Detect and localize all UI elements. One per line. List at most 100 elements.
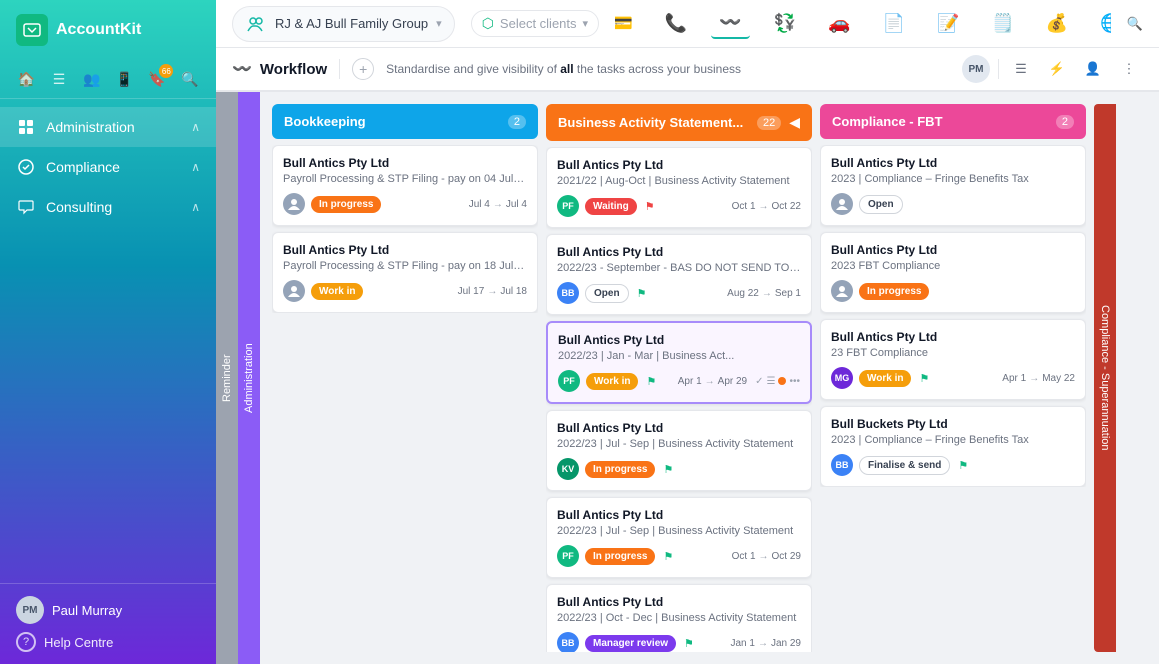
card-bas6-dates: Jan 1 → Jan 29 xyxy=(731,638,802,649)
notification-badge: 66 xyxy=(159,64,173,78)
consulting-chevron: ∧ xyxy=(191,200,200,214)
administration-label: Administration xyxy=(46,119,135,135)
icon-wallet[interactable]: 💳 xyxy=(615,9,641,38)
card-bas4[interactable]: Bull Antics Pty Ltd 2022/23 | Jul - Sep … xyxy=(546,410,812,491)
card-bas5-badge: In progress xyxy=(585,548,655,565)
user-filter-button[interactable]: 👤 xyxy=(1079,55,1107,83)
side-labels: Reminder Administration xyxy=(216,92,260,664)
col-title-bas: Business Activity Statement... xyxy=(558,115,749,130)
card-bas1-title: Bull Antics Pty Ltd xyxy=(557,158,801,172)
dot-indicator xyxy=(778,377,786,385)
more-options-button[interactable]: ⋮ xyxy=(1115,55,1143,83)
card-fbt4-flag: ⚑ xyxy=(958,459,968,472)
sidebar-item-administration[interactable]: Administration ∧ xyxy=(0,107,216,147)
icon-dollar[interactable]: 💰 xyxy=(1038,9,1076,38)
consulting-label: Consulting xyxy=(46,199,112,215)
card-bas6-avatar: BB xyxy=(557,632,579,652)
card-fbt2[interactable]: Bull Antics Pty Ltd 2023 FBT Compliance … xyxy=(820,232,1086,313)
card-bas5-dates: Oct 1 → Oct 29 xyxy=(732,551,801,562)
card-bas2[interactable]: Bull Antics Pty Ltd 2022/23 - September … xyxy=(546,234,812,315)
nav-mobile-icon[interactable]: 📱 xyxy=(114,68,135,90)
card-bk1[interactable]: Bull Antics Pty Ltd Payroll Processing &… xyxy=(272,145,538,226)
col-arrow-bas[interactable]: ◀ xyxy=(789,114,800,131)
card-fbt4-avatar: BB xyxy=(831,454,853,476)
reminder-label[interactable]: Reminder xyxy=(216,92,238,664)
filter-button[interactable]: ⚡ xyxy=(1043,55,1071,83)
card-fbt1-badge: Open xyxy=(859,195,903,214)
card-bas6-flag: ⚑ xyxy=(684,637,694,650)
card-fbt4-footer: BB Finalise & send ⚑ xyxy=(831,454,1075,476)
kanban-board: Bookkeeping 2 Bull Antics Pty Ltd Payrol… xyxy=(260,92,1159,664)
icon-workflow[interactable]: 〰️ xyxy=(711,8,749,39)
main-content: RJ & AJ Bull Family Group ▾ ⬡ Select cli… xyxy=(216,0,1159,664)
icon-phone[interactable]: 📞 xyxy=(657,9,695,38)
card-bas6[interactable]: Bull Antics Pty Ltd 2022/23 | Oct - Dec … xyxy=(546,584,812,652)
card-fbt1[interactable]: Bull Antics Pty Ltd 2023 | Compliance – … xyxy=(820,145,1086,226)
sidebar: AccountKit 🏠 ☰ 👥 📱 🔖 66 🔍 Administration xyxy=(0,0,216,664)
client-selector[interactable]: ⬡ Select clients ▾ xyxy=(471,10,599,37)
administration-chevron: ∧ xyxy=(191,120,200,134)
card-bas5[interactable]: Bull Antics Pty Ltd 2022/23 | Jul - Sep … xyxy=(546,497,812,578)
nav-search-icon[interactable]: 🔍 xyxy=(179,68,200,90)
workflow-icon: 〰️ xyxy=(232,59,252,79)
card-bas4-flag: ⚑ xyxy=(663,463,673,476)
card-fbt3-title: Bull Antics Pty Ltd xyxy=(831,330,1075,344)
card-bk1-badge: In progress xyxy=(311,196,381,213)
toolbar-title-group: 〰️ Workflow xyxy=(232,59,327,79)
icon-tree[interactable]: 🌐 xyxy=(1092,9,1111,38)
more-icon: ••• xyxy=(789,376,800,387)
user-toolbar-avatar: PM xyxy=(962,55,990,83)
card-fbt1-footer: Open xyxy=(831,193,1075,215)
icon-doc[interactable]: 🗒️ xyxy=(983,9,1021,38)
icon-car[interactable]: 🚗 xyxy=(820,9,858,38)
sidebar-footer: PM Paul Murray ? Help Centre xyxy=(0,583,216,664)
nav-home-icon[interactable]: 🏠 xyxy=(16,68,37,90)
add-workflow-button[interactable]: + xyxy=(352,58,374,80)
sidebar-item-compliance[interactable]: Compliance ∧ xyxy=(0,147,216,187)
column-fbt: Compliance - FBT 2 Bull Antics Pty Ltd 2… xyxy=(820,104,1086,652)
card-bas4-title: Bull Antics Pty Ltd xyxy=(557,421,801,435)
compliance-chevron: ∧ xyxy=(191,160,200,174)
fbt-cards: Bull Antics Pty Ltd 2023 | Compliance – … xyxy=(820,145,1086,487)
card-fbt2-title: Bull Antics Pty Ltd xyxy=(831,243,1075,257)
card-fbt3-dates: Apr 1 → May 22 xyxy=(1002,373,1075,384)
card-fbt3[interactable]: Bull Antics Pty Ltd 23 FBT Compliance MG… xyxy=(820,319,1086,400)
card-bas3-flag: ⚑ xyxy=(646,375,656,388)
col-header-bookkeeping: Bookkeeping 2 xyxy=(272,104,538,139)
card-bas6-badge: Manager review xyxy=(585,635,676,652)
card-bas3-footer: PF Work in ⚑ Apr 1 → Apr 29 ✓ ☰ ••• xyxy=(558,370,800,392)
toolbar-divider xyxy=(339,59,340,79)
card-bas3[interactable]: Bull Antics Pty Ltd 2022/23 | Jan - Mar … xyxy=(546,321,812,404)
card-bas1[interactable]: Bull Antics Pty Ltd 2021/22 | Aug-Oct | … xyxy=(546,147,812,228)
search-button[interactable]: 🔍 xyxy=(1127,16,1143,32)
col-count-bas: 22 xyxy=(757,116,781,130)
nav-bookmark-icon[interactable]: 🔖 66 xyxy=(147,68,168,90)
group-selector[interactable]: RJ & AJ Bull Family Group ▾ xyxy=(232,6,455,42)
card-bas6-title: Bull Antics Pty Ltd xyxy=(557,595,801,609)
sidebar-item-consulting[interactable]: Consulting ∧ xyxy=(0,187,216,227)
card-bas2-avatar: BB xyxy=(557,282,579,304)
icon-list[interactable]: 📄 xyxy=(875,9,913,38)
compliance-super-label[interactable]: Compliance - Superannuation xyxy=(1094,104,1116,652)
username: Paul Murray xyxy=(52,603,122,618)
card-bk2-avatar xyxy=(283,280,305,302)
sidebar-help[interactable]: ? Help Centre xyxy=(16,632,200,652)
list-view-button[interactable]: ☰ xyxy=(1007,55,1035,83)
compliance-label: Compliance xyxy=(46,159,120,175)
icon-transactions[interactable]: 💱 xyxy=(766,9,804,38)
nav-list-icon[interactable]: ☰ xyxy=(49,68,70,90)
icon-edit[interactable]: 📝 xyxy=(929,9,967,38)
card-fbt1-avatar xyxy=(831,193,853,215)
admin-label[interactable]: Administration xyxy=(238,92,260,664)
nav-people-icon[interactable]: 👥 xyxy=(81,68,102,90)
bas-cards: Bull Antics Pty Ltd 2021/22 | Aug-Oct | … xyxy=(546,147,812,652)
consulting-icon xyxy=(16,197,36,217)
card-fbt4[interactable]: Bull Buckets Pty Ltd 2023 | Compliance –… xyxy=(820,406,1086,487)
card-bas5-subtitle: 2022/23 | Jul - Sep | Business Activity … xyxy=(557,525,801,537)
card-bk2-dates: Jul 17 → Jul 18 xyxy=(458,286,527,297)
list-icon: ☰ xyxy=(767,376,776,387)
sidebar-user[interactable]: PM Paul Murray xyxy=(16,596,200,624)
card-bas2-dates: Aug 22 → Sep 1 xyxy=(727,288,801,299)
card-bk1-subtitle: Payroll Processing & STP Filing - pay on… xyxy=(283,173,527,185)
card-bk2[interactable]: Bull Antics Pty Ltd Payroll Processing &… xyxy=(272,232,538,313)
